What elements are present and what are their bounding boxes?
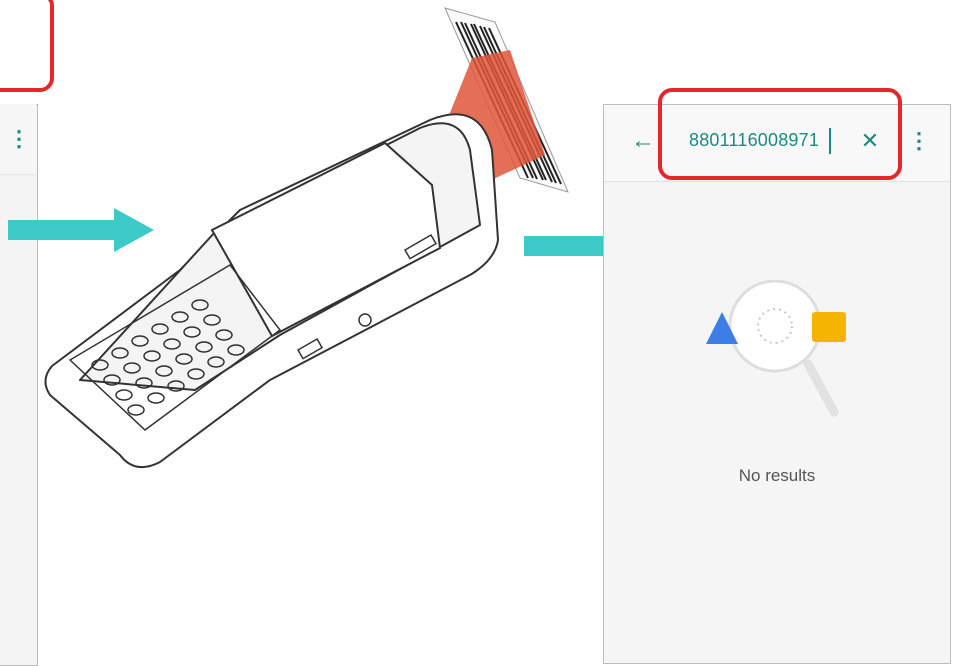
rectangle-shape-icon bbox=[812, 312, 846, 342]
more-vertical-icon: ⋮ bbox=[908, 128, 930, 153]
search-highlight-box bbox=[658, 88, 902, 180]
arrow-left-icon: ← bbox=[631, 127, 655, 154]
no-results-illustration bbox=[706, 280, 846, 417]
empty-state-text: No results bbox=[738, 466, 816, 485]
left-more-vertical-icon[interactable]: ⋮ bbox=[0, 124, 30, 154]
back-button[interactable]: ← bbox=[628, 126, 658, 156]
more-options-button[interactable]: ⋮ bbox=[905, 126, 933, 156]
left-phone-screen bbox=[0, 104, 38, 666]
handheld-scanner-illustration bbox=[44, 7, 569, 469]
